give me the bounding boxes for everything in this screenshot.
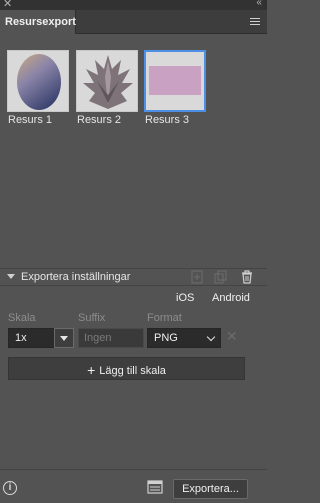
oval-gradient-thumbnail[interactable] <box>7 50 69 112</box>
export-settings-header[interactable]: Exportera inställningar <box>0 268 267 286</box>
asset-label: Resurs 1 <box>8 114 53 126</box>
scale-column-label: Skala <box>8 312 36 324</box>
format-value: PNG <box>154 332 178 344</box>
panel-tab-bar: Resursexport <box>0 10 267 34</box>
format-column-label: Format <box>147 312 182 324</box>
scale-select[interactable]: 1x <box>8 328 74 348</box>
collapse-triangle-icon[interactable] <box>7 274 15 279</box>
add-scale-button[interactable]: + Lägg till skala <box>8 357 245 380</box>
platform-android[interactable]: Android <box>212 292 250 304</box>
plus-icon: + <box>87 362 96 378</box>
asset-item[interactable]: Resurs 2 <box>76 50 138 126</box>
add-icon[interactable] <box>191 270 203 284</box>
hamburger-menu-icon[interactable] <box>250 18 260 26</box>
info-icon[interactable]: i <box>3 481 17 495</box>
format-select[interactable]: PNG <box>147 328 221 348</box>
chevron-down-icon <box>60 336 68 341</box>
remove-scale-icon[interactable]: ✕ <box>226 328 238 345</box>
trash-icon[interactable] <box>241 270 253 284</box>
section-title: Exportera inställningar <box>21 271 131 283</box>
platform-ios[interactable]: iOS <box>176 292 194 304</box>
asset-grid: Resurs 1 Resurs 2 Resurs 3 <box>0 50 267 130</box>
asset-label: Resurs 3 <box>145 114 190 126</box>
pink-rectangle-thumbnail[interactable] <box>144 50 206 112</box>
window-title-strip: ✕ ‹‹ <box>0 0 267 10</box>
asset-item[interactable]: Resurs 1 <box>7 50 69 126</box>
duplicate-icon[interactable] <box>214 270 228 284</box>
add-scale-label: Lägg till skala <box>99 365 166 377</box>
scale-value: 1x <box>15 332 27 344</box>
suffix-column-label: Suffix <box>78 312 106 324</box>
footer-divider <box>0 469 267 470</box>
close-icon[interactable]: ✕ <box>3 0 12 10</box>
chevron-down-icon <box>206 332 216 342</box>
asset-item-selected[interactable]: Resurs 3 <box>144 50 206 126</box>
tab-asset-export[interactable]: Resursexport <box>0 10 76 34</box>
collapse-panel-icon[interactable]: ‹‹ <box>256 0 262 8</box>
asset-label: Resurs 2 <box>77 114 122 126</box>
export-for-screens-icon[interactable] <box>147 479 163 495</box>
leaf-shape-thumbnail[interactable] <box>76 50 138 112</box>
export-button[interactable]: Exportera... <box>173 479 248 499</box>
scale-dropdown-button[interactable] <box>54 328 74 348</box>
suffix-input[interactable]: Ingen <box>78 328 144 348</box>
